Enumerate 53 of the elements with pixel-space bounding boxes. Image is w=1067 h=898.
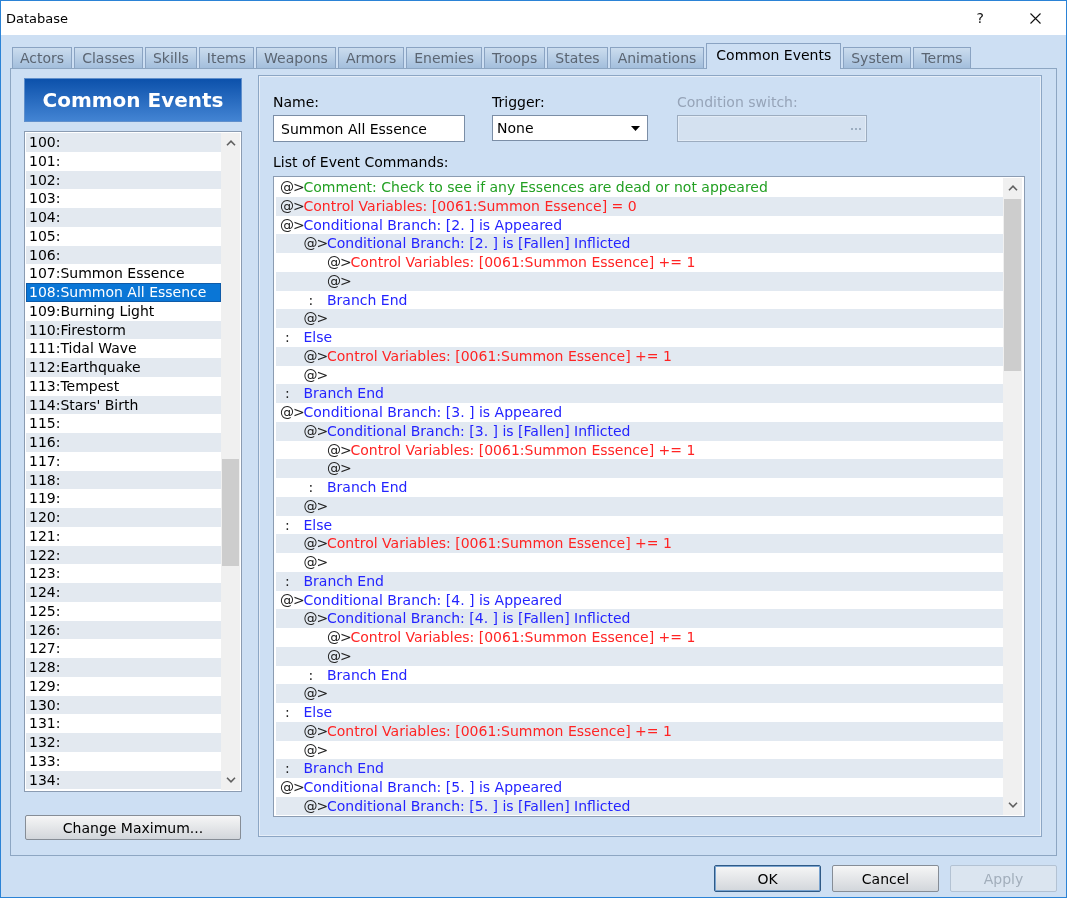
dialog-button[interactable]: Cancel	[832, 865, 939, 892]
trigger-dropdown[interactable]: None	[492, 115, 648, 141]
help-button[interactable]: ?	[976, 10, 984, 26]
tab[interactable]: System	[843, 47, 912, 68]
list-item[interactable]: 112:Earthquake	[26, 358, 221, 377]
command-row[interactable]: @>	[276, 684, 1003, 703]
command-row[interactable]: @>Conditional Branch: [4. ] is [Fallen] Inflicted	[276, 609, 1003, 628]
scrollbar-thumb[interactable]	[222, 459, 239, 566]
tab[interactable]: Troops	[484, 47, 546, 68]
list-item[interactable]: 104:	[26, 208, 221, 227]
tab[interactable]: Animations	[609, 47, 705, 68]
field-label: Condition switch:	[677, 94, 798, 111]
list-item[interactable]: 128:	[26, 658, 221, 677]
tab[interactable]: Skills	[144, 47, 197, 68]
list-item[interactable]: 116:	[26, 433, 221, 452]
chevron-up-icon[interactable]	[1007, 185, 1018, 191]
chevron-down-icon[interactable]	[225, 777, 236, 783]
tab[interactable]: Common Events	[706, 43, 842, 69]
tab[interactable]: Armors	[337, 47, 405, 68]
panel-title: Common Events	[24, 78, 242, 122]
command-row[interactable]: @>Conditional Branch: [2. ] is [Fallen] Inflicted	[276, 234, 1003, 253]
tab[interactable]: States	[547, 47, 608, 68]
ellipsis-icon	[851, 127, 861, 130]
chevron-up-icon[interactable]	[225, 140, 236, 146]
list-item[interactable]: 132:	[26, 733, 221, 752]
command-row[interactable]: @>Control Variables: [0061:Summon Essence] += 1	[276, 534, 1003, 553]
list-item[interactable]: 100:	[26, 133, 221, 152]
close-button[interactable]	[1030, 12, 1041, 24]
tab[interactable]: Terms	[913, 47, 971, 68]
command-row[interactable]: @>	[276, 309, 1003, 328]
field-label: Trigger:	[492, 94, 545, 111]
change-maximum-button[interactable]: Change Maximum...	[25, 815, 241, 840]
tab[interactable]: Weapons	[256, 47, 336, 68]
close-icon	[1030, 12, 1041, 24]
field-label: List of Event Commands:	[273, 154, 449, 171]
field-label: Name:	[273, 94, 320, 111]
command-row[interactable]: : Branch End	[276, 384, 1003, 403]
tab[interactable]: Items	[198, 47, 255, 68]
tab[interactable]: Classes	[74, 47, 143, 68]
tab[interactable]: Actors	[12, 47, 73, 68]
command-row[interactable]: @>	[276, 459, 1003, 478]
scrollbar-thumb[interactable]	[1004, 199, 1021, 371]
name-field[interactable]: Summon All Essence	[273, 115, 465, 142]
window-title: Database	[6, 10, 69, 26]
command-row[interactable]: : Branch End	[276, 759, 1003, 778]
caret-icon	[631, 125, 640, 131]
list-item[interactable]: 120:	[26, 508, 221, 527]
dialog-button[interactable]: OK	[714, 865, 821, 892]
tab[interactable]: Enemies	[406, 47, 482, 68]
list-item[interactable]: 124:	[26, 583, 221, 602]
list-item[interactable]: 108:Summon All Essence	[26, 283, 221, 302]
dialog-button: Apply	[950, 865, 1057, 892]
chevron-down-icon[interactable]	[1007, 802, 1018, 808]
